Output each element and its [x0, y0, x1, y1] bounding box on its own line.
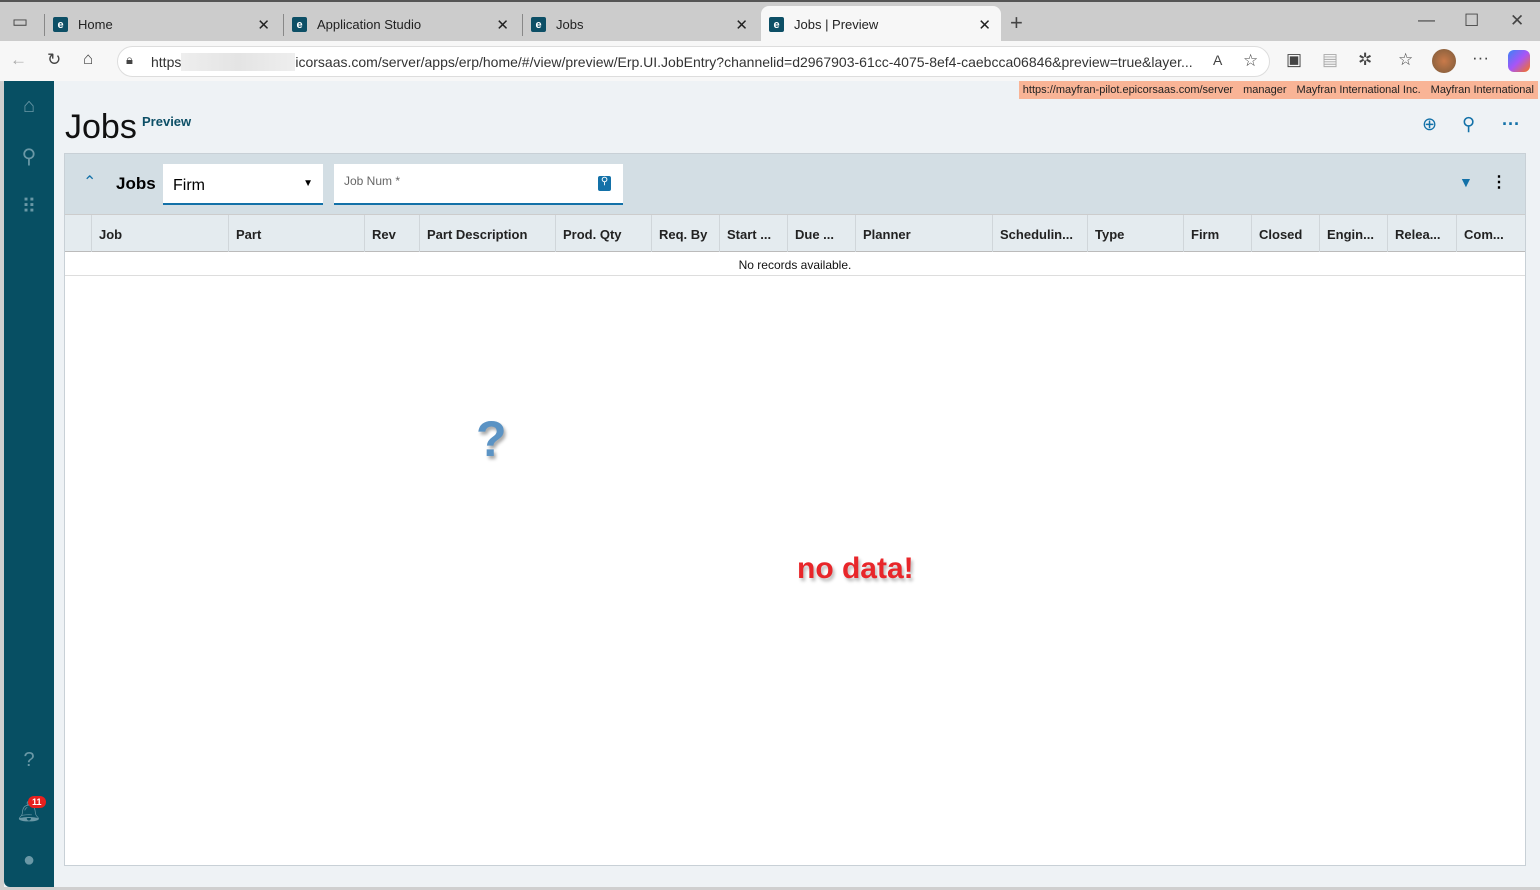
search-icon[interactable]: ⚲ — [4, 144, 54, 169]
tab-label: Jobs | Preview — [794, 17, 879, 32]
lock-icon: 🔒︎ — [126, 52, 133, 67]
site-name: Mayfran International — [1430, 84, 1534, 96]
column-header-released[interactable]: Relea... — [1387, 215, 1456, 252]
search-icon[interactable]: ⚲ — [1462, 114, 1475, 135]
column-header-closed[interactable]: Closed — [1251, 215, 1319, 252]
grid-header: Job Part Rev Part Description Prod. Qty … — [65, 214, 1525, 252]
tab-application-studio[interactable]: e Application Studio ✕ — [284, 6, 519, 43]
redacted-url — [181, 52, 296, 71]
read-aloud-icon[interactable]: A — [1213, 52, 1222, 68]
page-title: Jobs — [65, 108, 137, 146]
column-header-rev[interactable]: Rev — [364, 215, 419, 252]
epicor-logo-icon: e — [769, 17, 784, 32]
tab-label: Application Studio — [317, 17, 422, 32]
extensions-puzzle-icon[interactable]: ✲ — [1358, 50, 1372, 70]
column-header-planner[interactable]: Planner — [855, 215, 992, 252]
job-num-input[interactable]: Job Num * ⚲ — [334, 164, 623, 205]
close-icon[interactable]: ✕ — [978, 16, 991, 34]
tab-jobs-preview[interactable]: e Jobs | Preview ✕ — [761, 6, 1001, 43]
column-header-scheduling[interactable]: Schedulin... — [992, 215, 1087, 252]
close-icon[interactable]: ✕ — [496, 16, 509, 34]
column-header-firm[interactable]: Firm — [1183, 215, 1251, 252]
user-profile-icon[interactable]: ● — [4, 849, 54, 872]
server-url: https://mayfran-pilot.epicorsaas.com/ser… — [1022, 84, 1234, 96]
no-records-message: No records available. — [65, 252, 1525, 276]
url-prefix: https — [151, 53, 182, 70]
close-window-icon[interactable]: ✕ — [1510, 11, 1524, 31]
tab-label: Jobs — [556, 17, 584, 32]
more-icon[interactable]: ··· — [1472, 48, 1489, 68]
epicor-logo-icon: e — [531, 17, 546, 32]
column-header-due[interactable]: Due ... — [787, 215, 855, 252]
new-tab-icon[interactable]: + — [1010, 10, 1023, 36]
select-value: Firm — [173, 177, 205, 194]
home-icon[interactable]: ⌂ — [4, 95, 54, 118]
column-header-prod-qty[interactable]: Prod. Qty — [555, 215, 651, 252]
job-num-label: Job Num * — [344, 174, 401, 188]
column-header-engineered[interactable]: Engin... — [1319, 215, 1387, 252]
column-header-part-description[interactable]: Part Description — [419, 215, 555, 252]
maximize-icon[interactable]: ☐ — [1464, 11, 1479, 31]
extension-icon[interactable]: ▤ — [1322, 50, 1338, 70]
search-lookup-icon[interactable]: ⚲ — [598, 176, 611, 191]
company-name: Mayfran International Inc. — [1296, 84, 1421, 96]
epicor-logo-icon: e — [53, 17, 68, 32]
notification-count-badge: 11 — [28, 796, 46, 808]
close-icon[interactable]: ✕ — [735, 16, 748, 34]
question-mark-annotation: ? — [476, 411, 507, 467]
tab-home[interactable]: e Home ✕ — [45, 6, 280, 43]
user-name: manager — [1243, 84, 1287, 96]
add-new-icon[interactable]: ⊕ — [1422, 114, 1437, 135]
column-header-start[interactable]: Start ... — [719, 215, 787, 252]
tab-label: Home — [78, 17, 113, 32]
jobs-panel: ⌃ Jobs Firm ▼ Job Num * ⚲ ▼ ⋮ Job Part Rev… — [64, 153, 1526, 866]
back-icon[interactable]: ← — [10, 50, 27, 70]
job-filter-select[interactable]: Firm ▼ — [163, 164, 323, 205]
close-icon[interactable]: ✕ — [257, 16, 270, 34]
filter-icon[interactable]: ▼ — [1459, 174, 1473, 190]
extension-icon[interactable]: ▣ — [1286, 50, 1302, 70]
epicor-logo-icon: e — [292, 17, 307, 32]
column-header-part[interactable]: Part — [228, 215, 364, 252]
column-header-job[interactable]: Job — [91, 215, 228, 252]
panel-title: Jobs — [116, 174, 156, 193]
copilot-icon[interactable] — [1508, 50, 1530, 72]
overflow-menu-icon[interactable]: ··· — [1502, 114, 1520, 135]
column-header-complete[interactable]: Com... — [1456, 215, 1525, 252]
favorite-star-icon[interactable]: ☆ — [1243, 51, 1258, 71]
dropdown-arrow-icon: ▼ — [303, 178, 313, 189]
preview-badge: Preview — [142, 114, 192, 129]
epicor-app: ⌂ ⚲ ⠿ ? 🔔︎ 11 ● Jobs Preview ⊕ ⚲ ··· htt… — [4, 81, 1540, 887]
minimize-icon[interactable]: — — [1418, 10, 1435, 30]
column-header-req-by[interactable]: Req. By — [651, 215, 719, 252]
sidebar-toggle-icon[interactable]: ▭ — [12, 12, 28, 32]
url-text: icorsaas.com/server/apps/erp/home/#/view… — [295, 53, 1193, 70]
refresh-icon[interactable]: ↻ — [47, 50, 61, 70]
avatar[interactable] — [1432, 49, 1456, 73]
browser-tab-bar: ▭ e Home ✕ e Application Studio ✕ e Jobs ✕ e Jo… — [0, 0, 1540, 43]
column-header-type[interactable]: Type — [1087, 215, 1183, 252]
environment-info-bar: https://mayfran-pilot.epicorsaas.com/ser… — [1018, 81, 1538, 99]
favorites-icon[interactable]: ☆ — [1398, 50, 1413, 70]
select-column-header[interactable] — [65, 215, 91, 252]
tab-jobs[interactable]: e Jobs ✕ — [523, 6, 758, 43]
no-data-annotation: no data! — [797, 552, 914, 585]
address-bar-row: ← ↻ ⌂ 🔒︎ https icorsaas.com/server/apps/e… — [0, 41, 1540, 81]
panel-header: ⌃ Jobs Firm ▼ Job Num * ⚲ ▼ ⋮ — [65, 154, 1525, 214]
help-icon[interactable]: ? — [4, 749, 54, 772]
url-input[interactable]: 🔒︎ https icorsaas.com/server/apps/erp/hom… — [117, 46, 1270, 77]
collapse-chevron-icon[interactable]: ⌃ — [83, 172, 96, 192]
sidebar: ⌂ ⚲ ⠿ ? 🔔︎ 11 ● — [4, 81, 54, 887]
home-icon[interactable]: ⌂ — [83, 49, 93, 69]
kebab-menu-icon[interactable]: ⋮ — [1491, 172, 1507, 192]
apps-grid-icon[interactable]: ⠿ — [4, 194, 54, 219]
